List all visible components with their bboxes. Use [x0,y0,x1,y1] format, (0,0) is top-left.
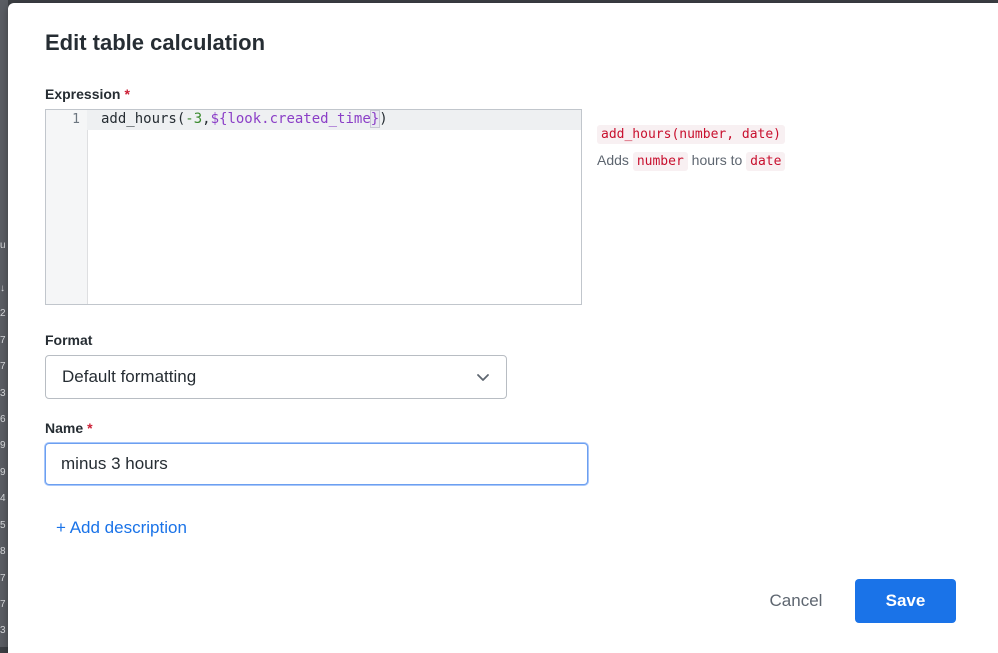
code-field-open: ${ [210,111,228,127]
name-input[interactable] [45,443,588,485]
background-fragment: ↓ [0,283,5,294]
background-fragment: 7 [0,335,6,346]
code-field-name: look.created_time [227,111,371,127]
background-fragment: 4 [0,493,6,504]
background-fragment: 3 [0,388,6,399]
background-fragment: 6 [0,414,6,425]
code-function: add_hours( [101,111,186,127]
help-desc-middle: hours to [691,152,743,168]
function-description: Adds number hours to date [597,152,786,171]
background-fragment: 7 [0,599,6,610]
cancel-button[interactable]: Cancel [750,579,842,623]
function-signature: add_hours(number, date) [597,125,786,144]
format-label: Format [45,332,93,348]
save-button[interactable]: Save [855,579,956,623]
expression-label-text: Expression [45,86,121,102]
code-field-close: } [369,110,381,128]
help-arg-number: number [632,152,688,171]
name-label: Name * [45,420,93,436]
edit-table-calculation-dialog: Edit table calculation Expression * 1 add… [8,3,998,653]
background-fragment: 7 [0,361,6,372]
required-mark: * [87,420,93,436]
chevron-down-icon [477,374,489,381]
code-comma: , [202,111,211,127]
background-fragment: 7 [0,573,6,584]
background-fragment: 9 [0,467,6,478]
line-number: 1 [72,112,80,127]
required-mark: * [124,86,130,102]
add-description-link[interactable]: + Add description [56,518,187,538]
help-desc-prefix: Adds [597,152,629,168]
background-fragment: 8 [0,546,6,557]
background-fragment: 2 [0,308,6,319]
help-arg-date: date [746,152,786,171]
expression-editor[interactable]: 1 add_hours(-3,${look.created_time}) [45,109,582,305]
background-fragment: 9 [0,440,6,451]
format-select[interactable]: Default formatting [45,355,507,399]
code-number: -3 [185,111,203,127]
background-fragment: 5 [0,520,6,531]
editor-gutter: 1 [46,110,88,304]
dialog-title: Edit table calculation [45,30,266,55]
background-fragment: u [0,240,6,251]
function-help: add_hours(number, date) Adds number hour… [597,125,786,171]
format-selected-value: Default formatting [62,367,197,386]
expression-label: Expression * [45,86,130,102]
background-table-strip: u ↓ 2 7 7 3 6 9 9 4 5 8 7 7 3 [0,0,8,647]
code-close-paren: ) [379,111,388,127]
expression-code[interactable]: add_hours(-3,${look.created_time}) [101,110,388,128]
background-fragment: 3 [0,625,6,636]
name-label-text: Name [45,420,84,436]
